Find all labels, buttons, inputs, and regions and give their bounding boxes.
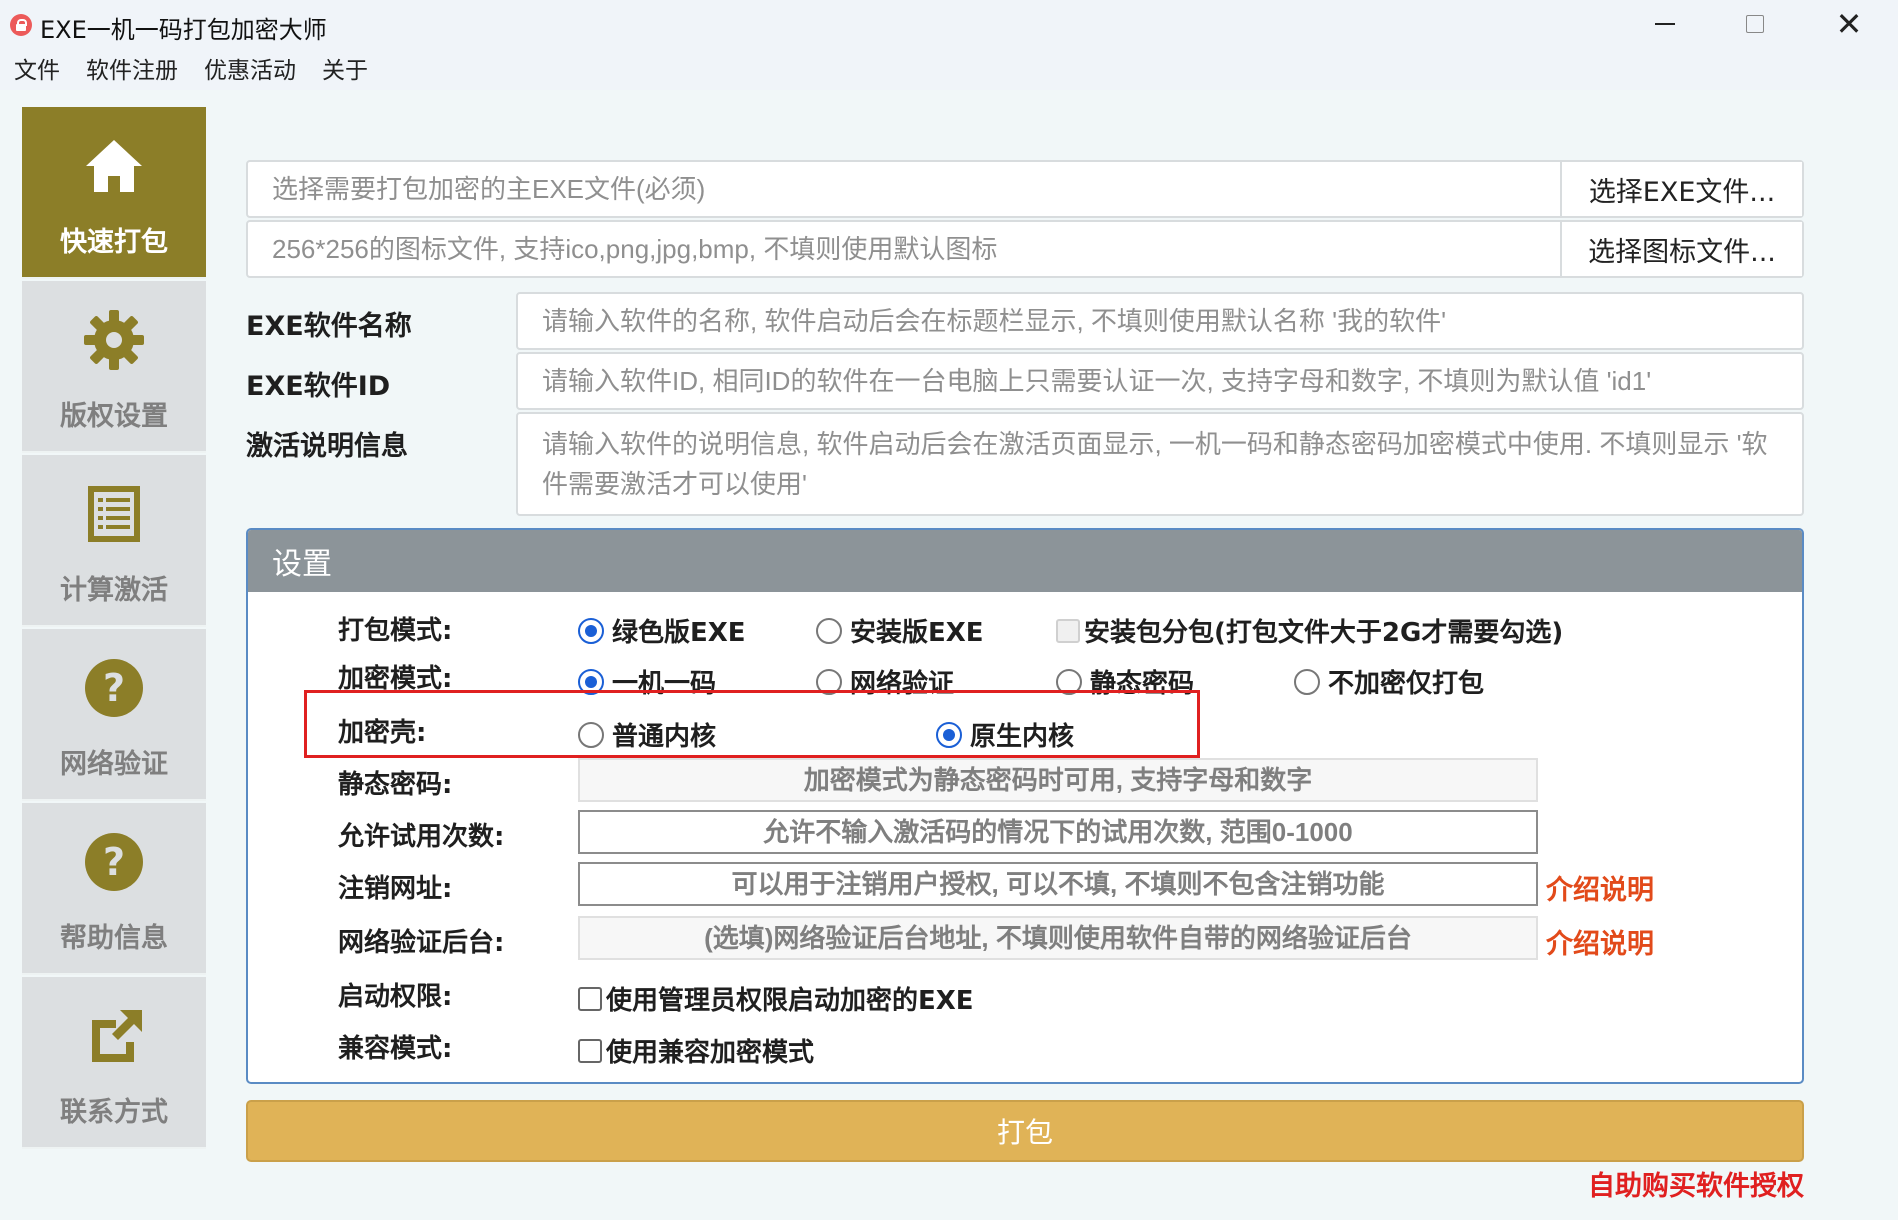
title-bar: EXE一机一码打包加密大师 ✕ (0, 0, 1898, 48)
activation-info-label: 激活说明信息 (246, 431, 408, 462)
minimize-icon (1655, 23, 1675, 25)
radio-dot (1294, 668, 1320, 695)
exe-file-row: 选择EXE文件... (246, 160, 1804, 218)
sidebar-item-copyright[interactable]: 版权设置 (22, 281, 206, 453)
lock-icon (10, 14, 32, 36)
highlight-annotation (304, 690, 1200, 758)
menu-about[interactable]: 关于 (322, 51, 368, 85)
sidebar-item-label: 网络验证 (60, 749, 168, 780)
static-password-input[interactable] (578, 758, 1538, 802)
gear-icon (82, 308, 146, 372)
close-button[interactable]: ✕ (1804, 0, 1894, 48)
compat-mode-checkbox[interactable]: 使用兼容加密模式 (578, 1032, 814, 1069)
software-id-label: EXE软件ID (246, 371, 391, 402)
buy-license-link[interactable]: 自助购买软件授权 (1588, 1164, 1804, 1203)
sidebar-item-label: 计算激活 (60, 575, 168, 606)
launch-permission-label: 启动权限: (338, 982, 453, 1012)
menu-file[interactable]: 文件 (14, 51, 60, 85)
trial-count-label: 允许试用次数: (338, 822, 505, 852)
select-exe-button[interactable]: 选择EXE文件... (1560, 162, 1802, 216)
network-backend-intro-link[interactable]: 介绍说明 (1546, 922, 1654, 961)
software-name-input[interactable] (516, 292, 1804, 350)
radio-dot (578, 617, 604, 644)
menu-promotions[interactable]: 优惠活动 (204, 51, 296, 85)
logout-url-input[interactable] (578, 862, 1538, 906)
icon-file-row: 选择图标文件... (246, 220, 1804, 278)
menu-register[interactable]: 软件注册 (86, 51, 178, 85)
logout-url-intro-link[interactable]: 介绍说明 (1546, 868, 1654, 907)
pack-mode-green-radio[interactable]: 绿色版EXE (578, 612, 746, 649)
sidebar-item-label: 版权设置 (60, 401, 168, 432)
list-icon (82, 482, 146, 546)
sidebar-item-help[interactable]: ? 帮助信息 (22, 803, 206, 975)
network-backend-label: 网络验证后台: (338, 928, 505, 958)
pack-mode-install-radio[interactable]: 安装版EXE (816, 612, 984, 649)
sidebar-item-label: 快速打包 (60, 227, 168, 258)
icon-file-input[interactable] (248, 222, 1560, 276)
exe-file-input[interactable] (248, 162, 1560, 216)
trial-count-input[interactable] (578, 810, 1538, 854)
svg-text:?: ? (103, 666, 125, 710)
software-name-label: EXE软件名称 (246, 311, 412, 342)
settings-title: 设置 (248, 530, 1802, 592)
share-icon (82, 1004, 146, 1068)
activation-info-input[interactable] (516, 412, 1804, 516)
checkbox-box (578, 1038, 602, 1063)
help-circle-icon: ? (82, 656, 146, 720)
minimize-button[interactable] (1620, 0, 1710, 48)
checkbox-box (578, 986, 602, 1011)
sidebar-item-activation[interactable]: 计算激活 (22, 455, 206, 627)
sidebar-item-contact[interactable]: 联系方式 (22, 977, 206, 1149)
sidebar-item-label: 帮助信息 (60, 923, 168, 954)
sidebar-item-label: 联系方式 (60, 1097, 168, 1128)
settings-panel: 设置 (246, 528, 1804, 1084)
static-password-label: 静态密码: (338, 770, 453, 800)
checkbox-box (1056, 618, 1080, 643)
software-id-input[interactable] (516, 352, 1804, 410)
select-icon-button[interactable]: 选择图标文件... (1560, 222, 1802, 276)
maximize-icon (1746, 15, 1764, 33)
sidebar-item-quick-pack[interactable]: 快速打包 (22, 107, 206, 279)
help-circle-icon: ? (82, 830, 146, 894)
sidebar: 快速打包 版权设置 计算激活 ? 网络验证 ? 帮助信息 联系方式 (22, 107, 206, 1153)
svg-text:?: ? (103, 840, 125, 884)
pack-button[interactable]: 打包 (246, 1100, 1804, 1162)
logout-url-label: 注销网址: (338, 874, 453, 904)
radio-dot (816, 617, 842, 644)
home-icon (82, 134, 146, 198)
menu-bar: 文件 软件注册 优惠活动 关于 (0, 48, 1898, 88)
close-icon: ✕ (1835, 5, 1863, 43)
split-package-checkbox[interactable]: 安装包分包(打包文件大于2G才需要勾选) (1056, 612, 1563, 649)
pack-mode-label: 打包模式: (338, 616, 453, 646)
encrypt-mode-none-radio[interactable]: 不加密仅打包 (1294, 663, 1484, 700)
sidebar-item-network-verify[interactable]: ? 网络验证 (22, 629, 206, 801)
compat-mode-label: 兼容模式: (338, 1034, 453, 1064)
window-title: EXE一机一码打包加密大师 (40, 16, 327, 44)
admin-launch-checkbox[interactable]: 使用管理员权限启动加密的EXE (578, 980, 974, 1017)
maximize-button[interactable] (1710, 0, 1800, 48)
network-backend-input[interactable] (578, 916, 1538, 960)
